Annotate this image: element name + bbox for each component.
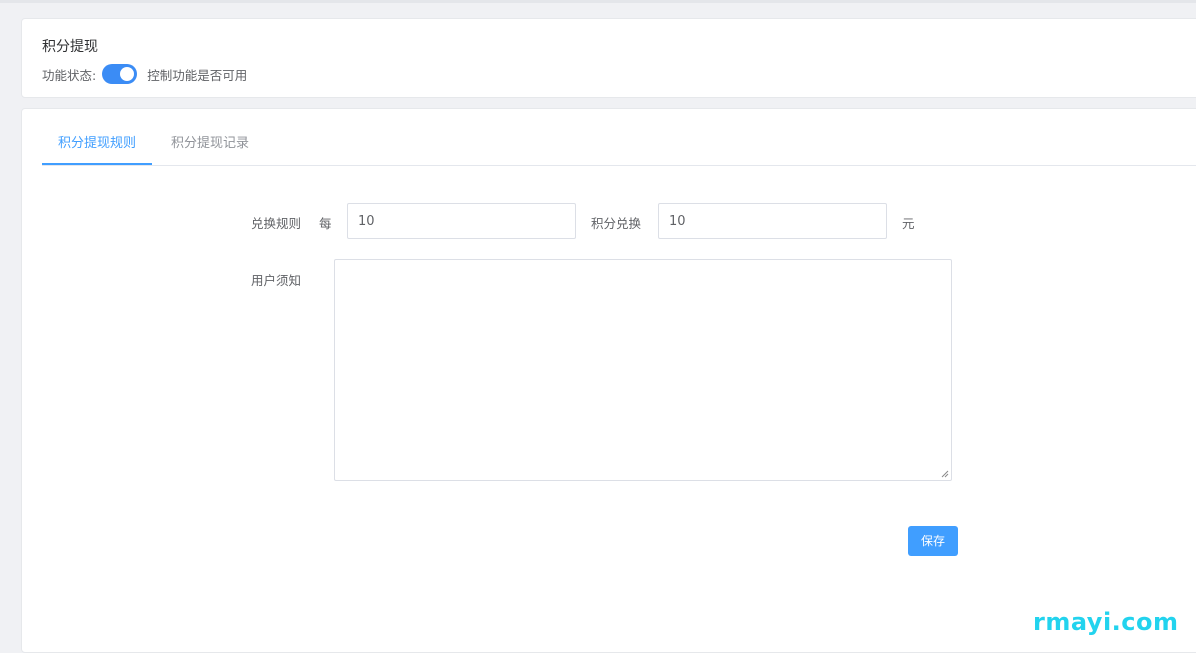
resize-handle-icon[interactable]	[941, 470, 949, 478]
feature-header-card: 积分提现 功能状态: 控制功能是否可用	[21, 18, 1196, 98]
save-button[interactable]: 保存	[908, 526, 958, 556]
yuan-amount-input[interactable]	[658, 203, 887, 239]
exchange-rule-label: 兑换规则	[251, 216, 302, 231]
yuan-label: 元	[902, 216, 915, 231]
feature-status-toggle[interactable]	[102, 64, 138, 84]
page-title: 积分提现	[42, 39, 98, 55]
user-notice-label: 用户须知	[251, 273, 302, 288]
status-hint: 控制功能是否可用	[147, 67, 248, 83]
points-amount-input[interactable]	[347, 203, 576, 239]
rules-card: 积分提现规则 积分提现记录 兑换规则 每 积分兑换 元 用户须知 保存	[21, 108, 1196, 653]
toggle-knob	[120, 67, 135, 81]
status-label: 功能状态:	[42, 67, 97, 83]
per-label: 每	[319, 216, 332, 231]
watermark: rmayi.com	[1033, 608, 1179, 636]
user-notice-textarea[interactable]	[334, 259, 952, 481]
tab-withdraw-records[interactable]: 积分提现记录	[160, 125, 260, 163]
tab-withdraw-rules[interactable]: 积分提现规则	[42, 125, 152, 165]
points-exchange-label: 积分兑换	[591, 216, 642, 231]
feature-status-row: 功能状态: 控制功能是否可用	[42, 64, 247, 84]
top-divider	[0, 0, 1196, 3]
tab-bar: 积分提现规则 积分提现记录	[42, 125, 1196, 166]
